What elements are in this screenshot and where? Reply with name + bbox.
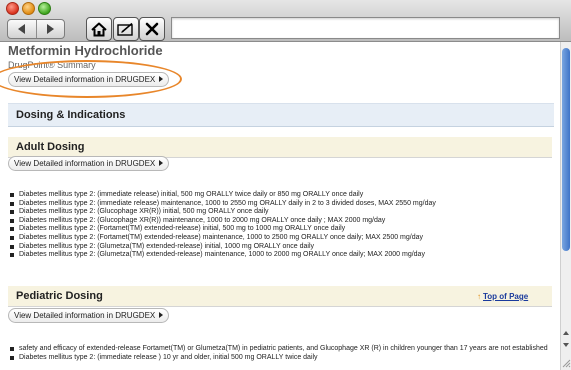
scrollbar-thumb[interactable] xyxy=(562,48,570,251)
list-item: Diabetes mellitus type 2: (Glumetza(TM) … xyxy=(10,251,436,260)
close-window-button[interactable] xyxy=(6,2,19,15)
pediatric-view-detailed-info-button[interactable]: View Detailed information in DRUGDEX xyxy=(8,308,170,323)
divider xyxy=(8,306,552,307)
list-item: Diabetes mellitus type 2: (Fortamet(TM) … xyxy=(10,234,436,243)
scroll-down-icon xyxy=(563,343,569,347)
window-toolbar xyxy=(0,0,571,42)
list-item: Diabetes mellitus type 2: (Fortamet(TM) … xyxy=(10,225,436,234)
list-item: Diabetes mellitus type 2: (Glumetza(TM) … xyxy=(10,243,436,252)
chevron-right-icon xyxy=(159,160,164,166)
list-item: safety and efficacy of extended-release … xyxy=(10,345,548,354)
scroll-down-button[interactable] xyxy=(562,340,570,350)
forward-button[interactable] xyxy=(35,20,65,38)
up-arrow-icon: ↑ xyxy=(477,292,481,301)
zoom-window-button[interactable] xyxy=(38,2,51,15)
scroll-up-button[interactable] xyxy=(562,328,570,338)
back-button[interactable] xyxy=(8,20,36,38)
pediatric-dosing-list: safety and efficacy of extended-release … xyxy=(10,345,548,362)
top-of-page-link[interactable]: ↑ Top of Page xyxy=(477,292,528,301)
close-page-button[interactable] xyxy=(139,17,165,41)
list-item: Diabetes mellitus type 2: (Glucophage XR… xyxy=(10,208,436,217)
pediatric-dosing-heading: Pediatric Dosing xyxy=(8,286,552,306)
close-x-icon xyxy=(145,22,159,36)
list-item: Diabetes mellitus type 2: (Glucophage XR… xyxy=(10,217,436,226)
adult-dosing-title: Adult Dosing xyxy=(16,141,85,153)
minimize-window-button[interactable] xyxy=(22,2,35,15)
list-item: Diabetes mellitus type 2: (immediate rel… xyxy=(10,200,436,209)
top-of-page-label: Top of Page xyxy=(483,292,529,301)
page-content: Metformin Hydrochloride DrugPoint® Summa… xyxy=(0,42,560,370)
adult-dosing-list: Diabetes mellitus type 2: (immediate rel… xyxy=(10,191,436,260)
list-item: Diabetes mellitus type 2: (immediate rel… xyxy=(10,354,548,363)
adult-view-detailed-info-button[interactable]: View Detailed information in DRUGDEX xyxy=(8,156,170,171)
highlight-annotation xyxy=(0,60,182,98)
home-button[interactable] xyxy=(86,17,112,41)
pediatric-view-detailed-info-label: View Detailed information in DRUGDEX xyxy=(14,311,156,320)
forward-arrow-icon xyxy=(46,24,54,34)
pediatric-dosing-title: Pediatric Dosing xyxy=(16,290,103,302)
adult-dosing-heading: Adult Dosing xyxy=(8,137,552,157)
section-dosing-indications: Dosing & Indications xyxy=(8,103,554,127)
scroll-up-icon xyxy=(563,331,569,335)
section-title: Dosing & Indications xyxy=(16,109,126,121)
chevron-right-icon xyxy=(159,312,164,318)
adult-view-detailed-info-label: View Detailed information in DRUGDEX xyxy=(14,159,156,168)
back-arrow-icon xyxy=(18,24,26,34)
navigation-buttons xyxy=(7,19,65,39)
edit-note-icon xyxy=(117,22,133,36)
page-title: Metformin Hydrochloride xyxy=(8,43,163,58)
list-item: Diabetes mellitus type 2: (immediate rel… xyxy=(10,191,436,200)
address-field[interactable] xyxy=(171,17,560,39)
resize-grip-icon[interactable] xyxy=(561,356,571,368)
vertical-scrollbar[interactable] xyxy=(560,42,571,370)
home-icon xyxy=(91,22,107,36)
edit-note-button[interactable] xyxy=(113,17,139,41)
